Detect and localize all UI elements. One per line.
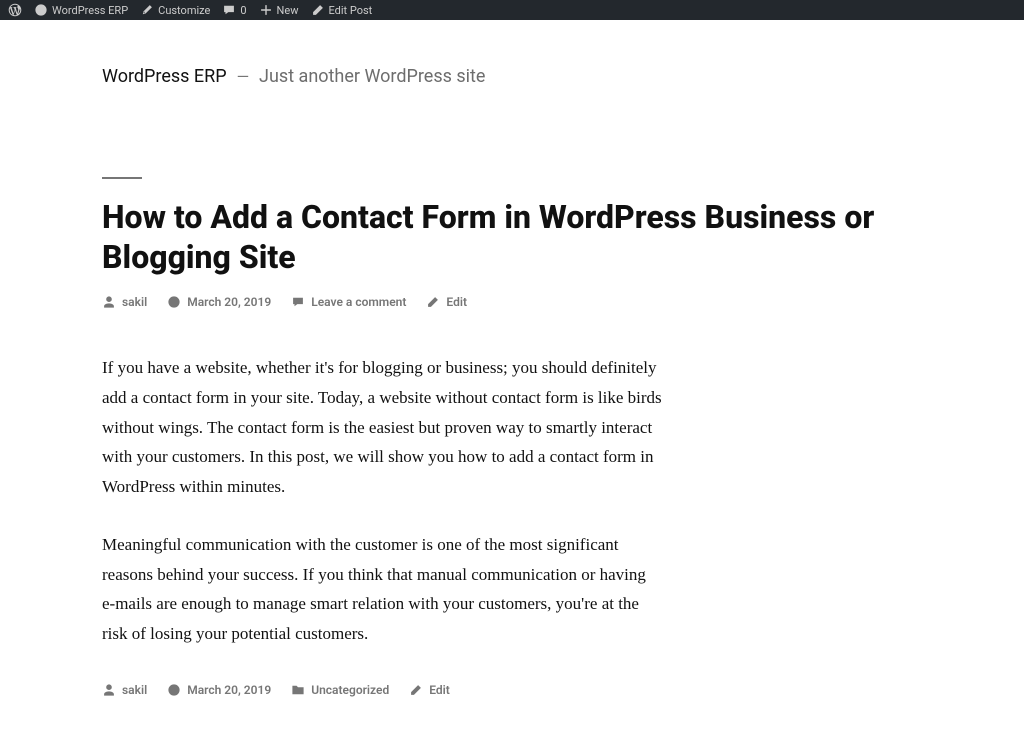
wp-logo-menu[interactable] — [8, 3, 22, 17]
comments-link[interactable]: 0 — [222, 3, 246, 17]
brush-icon — [140, 3, 154, 17]
leave-comment-link[interactable]: Leave a comment — [311, 295, 406, 309]
site-tagline: Just another WordPress site — [259, 66, 485, 87]
dashboard-icon — [34, 3, 48, 17]
customize-label: Customize — [158, 4, 210, 17]
meta-category: Uncategorized — [291, 683, 389, 697]
edit-link[interactable]: Edit — [429, 683, 450, 697]
post-paragraph: Meaningful communication with the custom… — [102, 530, 662, 649]
post-meta-bottom: sakil March 20, 2019 Uncategorized Edit — [102, 683, 922, 697]
author-link[interactable]: sakil — [122, 295, 147, 309]
wordpress-icon — [8, 3, 22, 17]
pencil-icon — [311, 3, 325, 17]
post-paragraph: If you have a website, whether it's for … — [102, 353, 662, 502]
site-header: WordPress ERP — Just another WordPress s… — [102, 20, 922, 107]
new-label: New — [277, 4, 299, 17]
title-rule — [102, 177, 142, 179]
edit-link[interactable]: Edit — [446, 295, 467, 309]
title-separator: — — [237, 67, 250, 86]
category-link[interactable]: Uncategorized — [311, 683, 389, 697]
new-content-link[interactable]: New — [259, 3, 299, 17]
edit-post-link[interactable]: Edit Post — [311, 3, 373, 17]
comment-icon — [222, 3, 236, 17]
pencil-icon — [409, 683, 423, 697]
author-link[interactable]: sakil — [122, 683, 147, 697]
folder-icon — [291, 683, 305, 697]
admin-bar: WordPress ERP Customize 0 New Edit Post — [0, 0, 1024, 20]
person-icon — [102, 683, 116, 697]
post-meta-top: sakil March 20, 2019 Leave a comment Edi… — [102, 295, 922, 309]
comments-count: 0 — [240, 4, 246, 17]
clock-icon — [167, 295, 181, 309]
pencil-icon — [426, 295, 440, 309]
meta-edit: Edit — [409, 683, 450, 697]
meta-date: March 20, 2019 — [167, 683, 271, 697]
customize-link[interactable]: Customize — [140, 3, 210, 17]
clock-icon — [167, 683, 181, 697]
meta-comments: Leave a comment — [291, 295, 406, 309]
post-content: How to Add a Contact Form in WordPress B… — [102, 177, 922, 737]
site-name-menu[interactable]: WordPress ERP — [34, 3, 128, 17]
meta-author: sakil — [102, 683, 147, 697]
plus-icon — [259, 3, 273, 17]
date-link[interactable]: March 20, 2019 — [187, 295, 271, 309]
post-body: If you have a website, whether it's for … — [102, 353, 662, 649]
meta-edit: Edit — [426, 295, 467, 309]
edit-post-label: Edit Post — [329, 4, 373, 17]
site-title-link[interactable]: WordPress ERP — [102, 66, 227, 87]
person-icon — [102, 295, 116, 309]
comment-icon — [291, 295, 305, 309]
meta-date: March 20, 2019 — [167, 295, 271, 309]
post-title: How to Add a Contact Form in WordPress B… — [102, 197, 922, 277]
admin-bar-site-name: WordPress ERP — [52, 4, 128, 17]
date-link[interactable]: March 20, 2019 — [187, 683, 271, 697]
meta-author: sakil — [102, 295, 147, 309]
